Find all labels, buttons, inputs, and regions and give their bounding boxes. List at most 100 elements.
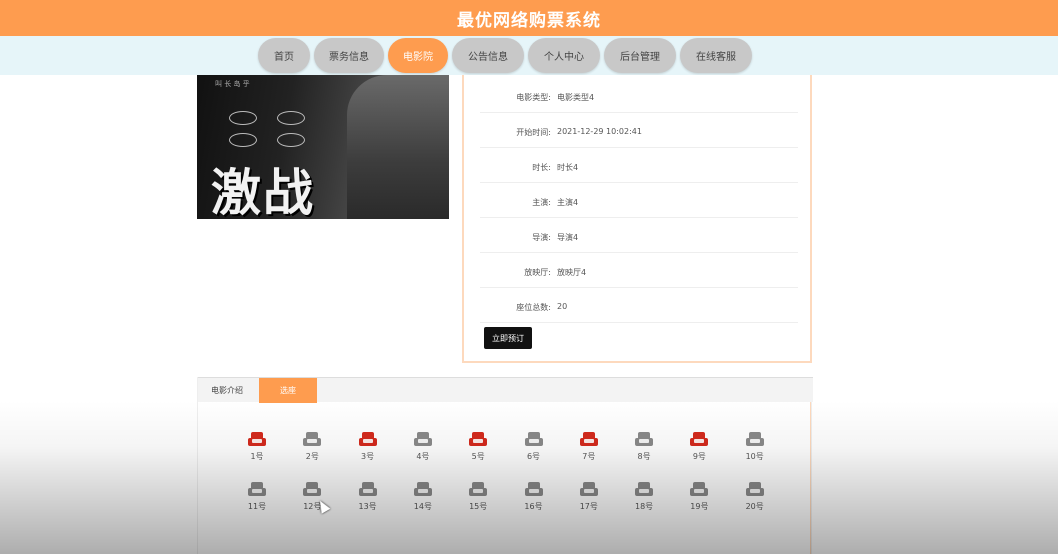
detail-value: 放映厅4 [557, 268, 587, 277]
seat-2[interactable]: 2号 [300, 432, 324, 466]
seat-icon [579, 482, 598, 496]
nav-item-tickets[interactable]: 票务信息 [314, 38, 384, 73]
seat-icon [413, 482, 432, 496]
main-nav: 首页 票务信息 电影院 公告信息 个人中心 后台管理 在线客服 [0, 36, 1058, 75]
seat-icon [469, 482, 488, 496]
seat-icon [745, 482, 764, 496]
seat-17[interactable]: 17号 [577, 482, 601, 516]
seat-label: 16号 [524, 502, 543, 511]
book-now-button[interactable]: 立即预订 [484, 327, 532, 349]
site-title: 最优网络购票系统 [457, 10, 601, 31]
seat-18[interactable]: 18号 [632, 482, 656, 516]
seat-label: 8号 [637, 452, 651, 461]
detail-value: 电影类型4 [557, 93, 595, 102]
detail-value: 导演4 [557, 233, 579, 242]
seat-label: 3号 [361, 452, 375, 461]
seat-14[interactable]: 14号 [411, 482, 435, 516]
seat-icon [248, 482, 266, 496]
seat-label: 19号 [690, 502, 709, 511]
poster-figure [347, 75, 449, 219]
seat-icon [303, 482, 322, 496]
seat-16[interactable]: 16号 [522, 482, 546, 516]
detail-row-seat-total: 座位总数: 20 [480, 289, 798, 323]
seat-5[interactable]: 5号 [466, 432, 490, 466]
seat-1[interactable]: 1号 [245, 432, 269, 466]
detail-label: 电影类型: [516, 93, 551, 102]
seat-3[interactable]: 3号 [356, 432, 380, 466]
seat-label: 10号 [745, 452, 764, 461]
seat-10[interactable]: 10号 [743, 432, 767, 466]
seat-6[interactable]: 6号 [522, 432, 546, 466]
detail-row-hall: 放映厅: 放映厅4 [480, 254, 798, 288]
nav-item-admin[interactable]: 后台管理 [604, 38, 676, 73]
tab-seat-selection[interactable]: 选座 [259, 378, 317, 403]
detail-row-cast: 主演: 主演4 [480, 184, 798, 218]
seat-label: 20号 [745, 502, 764, 511]
seat-icon [690, 432, 709, 446]
detail-value: 主演4 [557, 198, 579, 207]
seat-label: 1号 [250, 452, 264, 461]
seat-icon [745, 432, 764, 446]
tabs-bar: 电影介绍 选座 [198, 377, 813, 403]
seat-7[interactable]: 7号 [577, 432, 601, 466]
award-badge-icon [277, 133, 305, 147]
detail-value: 20 [557, 302, 568, 311]
movie-details-panel: 电影类型: 电影类型4 开始时间: 2021-12-29 10:02:41 时长… [462, 75, 812, 363]
detail-label: 时长: [532, 163, 551, 172]
movie-poster: 叫 长 岛 乎 激战 [197, 75, 449, 219]
seat-label: 5号 [471, 452, 485, 461]
seat-icon [248, 432, 266, 446]
nav-item-online-service[interactable]: 在线客服 [680, 38, 752, 73]
detail-label: 主演: [532, 198, 551, 207]
nav-item-notices[interactable]: 公告信息 [452, 38, 524, 73]
award-badge-icon [229, 111, 257, 125]
detail-label: 座位总数: [516, 303, 551, 312]
seat-20[interactable]: 20号 [743, 482, 767, 516]
seat-19[interactable]: 19号 [687, 482, 711, 516]
seat-icon [358, 482, 377, 496]
seat-label: 17号 [579, 502, 598, 511]
seat-label: 9号 [692, 452, 706, 461]
detail-label: 导演: [532, 233, 551, 242]
seat-icon [524, 432, 543, 446]
top-header-bar: 最优网络购票系统 [0, 0, 1058, 36]
detail-label: 开始时间: [516, 128, 551, 137]
detail-label: 放映厅: [524, 268, 551, 277]
seat-icon [469, 432, 488, 446]
nav-item-cinema[interactable]: 电影院 [388, 38, 448, 73]
seat-icon [635, 482, 654, 496]
award-badge-icon [229, 133, 257, 147]
detail-value: 时长4 [557, 163, 579, 172]
poster-title: 激战 [211, 163, 315, 219]
seat-8[interactable]: 8号 [632, 432, 656, 466]
seat-label: 6号 [526, 452, 541, 461]
seat-label: 13号 [358, 502, 377, 511]
detail-row-genre: 电影类型: 电影类型4 [480, 79, 798, 113]
seat-9[interactable]: 9号 [687, 432, 711, 466]
seat-icon [635, 432, 654, 446]
tab-movie-intro[interactable]: 电影介绍 [198, 378, 256, 403]
seat-label: 14号 [413, 502, 432, 511]
movie-tabs-panel: 电影介绍 选座 1号 2号 3号 4号 5号 6号 7号 8号 9号 10号 11号 12号 13号 14… [197, 377, 813, 554]
detail-row-start-time: 开始时间: 2021-12-29 10:02:41 [480, 114, 798, 148]
nav-item-home[interactable]: 首页 [258, 38, 310, 73]
seat-icon [524, 482, 543, 496]
seat-icon [358, 432, 377, 446]
seat-label: 2号 [305, 452, 319, 461]
detail-row-duration: 时长: 时长4 [480, 149, 798, 183]
seat-15[interactable]: 15号 [466, 482, 490, 516]
panel-border [810, 402, 811, 554]
seat-icon [690, 482, 709, 496]
nav-item-personal-center[interactable]: 个人中心 [528, 38, 600, 73]
seat-11[interactable]: 11号 [245, 482, 269, 516]
seat-icon [303, 432, 322, 446]
seat-label: 15号 [469, 502, 488, 511]
seat-4[interactable]: 4号 [411, 432, 435, 466]
seat-label: 18号 [635, 502, 654, 511]
seat-13[interactable]: 13号 [356, 482, 380, 516]
award-badge-icon [277, 111, 305, 125]
detail-value: 2021-12-29 10:02:41 [557, 127, 642, 136]
seat-label: 4号 [416, 452, 430, 461]
detail-row-director: 导演: 导演4 [480, 219, 798, 253]
poster-credits: 叫 长 岛 乎 [215, 80, 250, 88]
